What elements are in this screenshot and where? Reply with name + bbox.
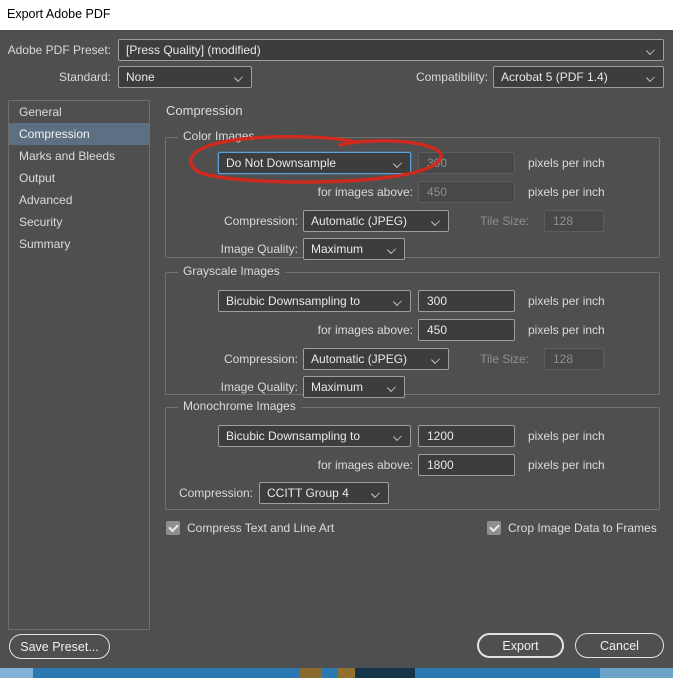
- export-button[interactable]: Export: [477, 633, 564, 658]
- standard-dropdown[interactable]: None: [118, 66, 252, 88]
- compress-text-label: Compress Text and Line Art: [187, 521, 335, 535]
- color-compression-label: Compression:: [223, 214, 298, 228]
- chevron-down-icon: [647, 46, 655, 54]
- compatibility-label: Compatibility:: [415, 70, 488, 84]
- save-preset-button[interactable]: Save Preset...: [9, 634, 110, 659]
- chevron-down-icon: [432, 217, 440, 225]
- panel-title: Compression: [166, 103, 243, 118]
- compress-text-checkbox[interactable]: [166, 521, 180, 535]
- standard-value: None: [126, 70, 155, 84]
- color-quality-value: Maximum: [311, 242, 364, 256]
- monochrome-compression-dropdown[interactable]: CCITT Group 4: [259, 482, 389, 504]
- color-images-legend: Color Images: [178, 129, 260, 143]
- color-compression-value: Automatic (JPEG): [311, 214, 408, 228]
- monochrome-threshold-label: for images above:: [317, 458, 413, 472]
- monochrome-resolution-unit: pixels per inch: [528, 429, 605, 443]
- chevron-down-icon: [432, 355, 440, 363]
- monochrome-sampling-value: Bicubic Downsampling to: [226, 429, 361, 443]
- color-tile-size-label: Tile Size:: [480, 214, 529, 228]
- grayscale-quality-label: Image Quality:: [220, 380, 298, 394]
- sidebar-item-general[interactable]: General: [9, 101, 149, 123]
- chevron-down-icon: [372, 489, 380, 497]
- chevron-down-icon: [388, 383, 396, 391]
- adobe-pdf-preset-value: [Press Quality] (modified): [126, 43, 261, 57]
- crop-image-data-label: Crop Image Data to Frames: [508, 521, 657, 535]
- sidebar-item-output[interactable]: Output: [9, 167, 149, 189]
- color-tile-size-input: 128: [544, 210, 604, 232]
- monochrome-compression-value: CCITT Group 4: [267, 486, 349, 500]
- chevron-down-icon: [394, 432, 402, 440]
- background-fragment: [355, 668, 415, 678]
- grayscale-tile-size-label: Tile Size:: [480, 352, 529, 366]
- background-taskbar-strip: [0, 668, 673, 678]
- background-fragment: [0, 668, 33, 678]
- monochrome-threshold-unit: pixels per inch: [528, 458, 605, 472]
- grayscale-quality-value: Maximum: [311, 380, 364, 394]
- color-quality-dropdown[interactable]: Maximum: [303, 238, 405, 260]
- monochrome-images-legend: Monochrome Images: [178, 399, 301, 413]
- export-adobe-pdf-dialog: Adobe PDF Preset: [Press Quality] (modif…: [0, 30, 673, 668]
- grayscale-images-legend: Grayscale Images: [178, 264, 285, 278]
- color-quality-label: Image Quality:: [220, 242, 298, 256]
- chevron-down-icon: [388, 245, 396, 253]
- preset-label: Adobe PDF Preset:: [7, 43, 111, 57]
- color-threshold-unit: pixels per inch: [528, 185, 605, 199]
- grayscale-images-group: Grayscale Images Bicubic Downsampling to…: [165, 264, 660, 398]
- monochrome-threshold-input[interactable]: 1800: [418, 454, 515, 476]
- grayscale-tile-size-input: 128: [544, 348, 604, 370]
- chevron-down-icon: [394, 159, 402, 167]
- color-resolution-unit: pixels per inch: [528, 156, 605, 170]
- grayscale-sampling-dropdown[interactable]: Bicubic Downsampling to: [218, 290, 411, 312]
- color-sampling-value: Do Not Downsample: [226, 156, 337, 170]
- sidebar-item-advanced[interactable]: Advanced: [9, 189, 149, 211]
- dialog-section-list: General Compression Marks and Bleeds Out…: [8, 100, 150, 630]
- color-images-group: Color Images Do Not Downsample 300 pixel…: [165, 129, 660, 260]
- grayscale-resolution-unit: pixels per inch: [528, 294, 605, 308]
- chevron-down-icon: [394, 297, 402, 305]
- background-fragment: [338, 668, 355, 678]
- grayscale-resolution-input[interactable]: 300: [418, 290, 515, 312]
- color-compression-dropdown[interactable]: Automatic (JPEG): [303, 210, 449, 232]
- cancel-button[interactable]: Cancel: [575, 633, 664, 658]
- grayscale-threshold-input[interactable]: 450: [418, 319, 515, 341]
- standard-label: Standard:: [58, 70, 111, 84]
- monochrome-compression-label: Compression:: [178, 486, 253, 500]
- compatibility-value: Acrobat 5 (PDF 1.4): [501, 70, 608, 84]
- adobe-pdf-preset-dropdown[interactable]: [Press Quality] (modified): [118, 39, 664, 61]
- chevron-down-icon: [235, 73, 243, 81]
- monochrome-images-group: Monochrome Images Bicubic Downsampling t…: [165, 399, 660, 510]
- window-title-bar: Export Adobe PDF: [0, 0, 673, 30]
- grayscale-sampling-value: Bicubic Downsampling to: [226, 294, 361, 308]
- grayscale-compression-dropdown[interactable]: Automatic (JPEG): [303, 348, 449, 370]
- monochrome-sampling-dropdown[interactable]: Bicubic Downsampling to: [218, 425, 411, 447]
- crop-image-data-checkbox[interactable]: [487, 521, 501, 535]
- sidebar-item-compression[interactable]: Compression: [9, 123, 149, 145]
- grayscale-threshold-label: for images above:: [317, 323, 413, 337]
- background-fragment: [600, 668, 673, 678]
- color-images-sampling-dropdown[interactable]: Do Not Downsample: [218, 152, 411, 174]
- sidebar-item-summary[interactable]: Summary: [9, 233, 149, 255]
- chevron-down-icon: [647, 73, 655, 81]
- color-resolution-input: 300: [418, 152, 515, 174]
- sidebar-item-marks-and-bleeds[interactable]: Marks and Bleeds: [9, 145, 149, 167]
- compatibility-dropdown[interactable]: Acrobat 5 (PDF 1.4): [493, 66, 664, 88]
- color-threshold-input: 450: [418, 181, 515, 203]
- background-fragment: [300, 668, 322, 678]
- grayscale-quality-dropdown[interactable]: Maximum: [303, 376, 405, 398]
- grayscale-compression-label: Compression:: [223, 352, 298, 366]
- color-threshold-label: for images above:: [317, 185, 413, 199]
- sidebar-item-security[interactable]: Security: [9, 211, 149, 233]
- window-title: Export Adobe PDF: [7, 7, 111, 21]
- grayscale-threshold-unit: pixels per inch: [528, 323, 605, 337]
- grayscale-compression-value: Automatic (JPEG): [311, 352, 408, 366]
- monochrome-resolution-input[interactable]: 1200: [418, 425, 515, 447]
